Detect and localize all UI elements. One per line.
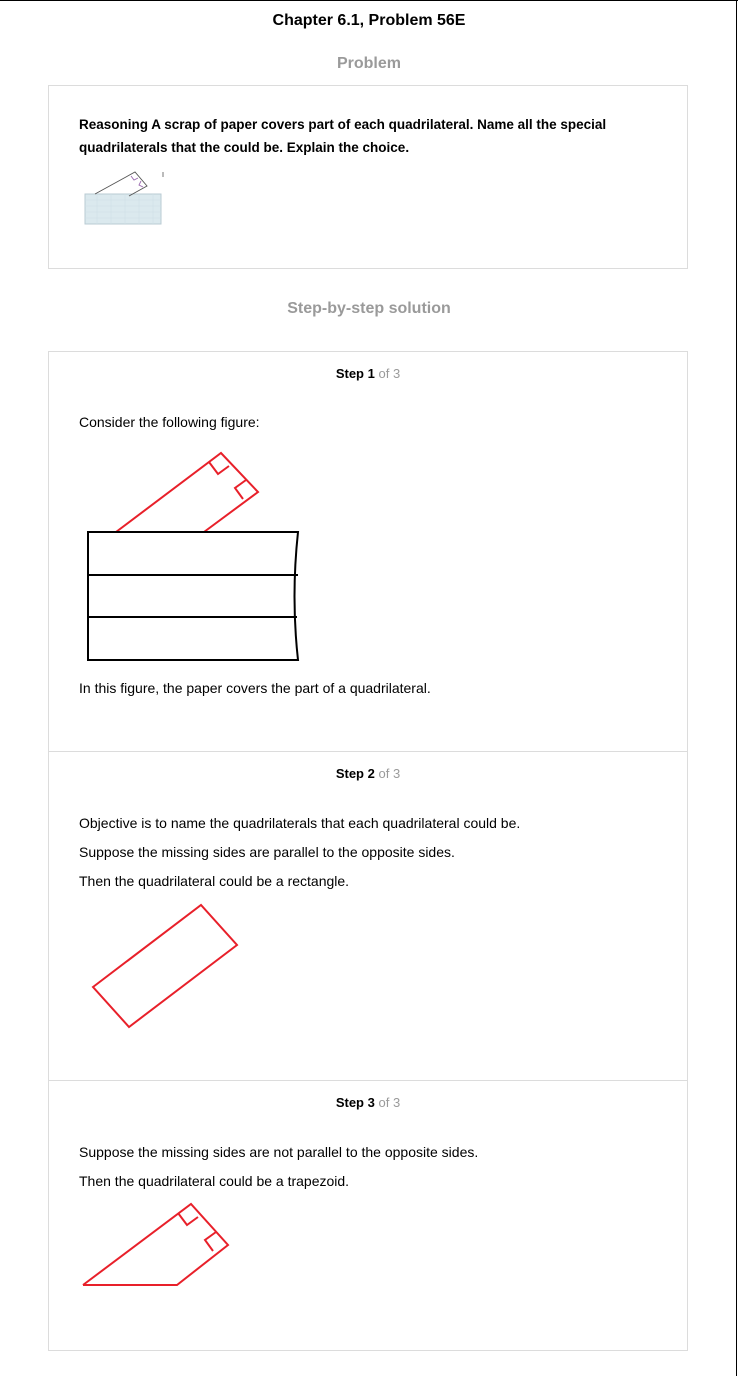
problem-figure-thumbnail (84, 171, 164, 225)
trapezoid-figure (82, 1202, 230, 1286)
step-header: Step 2 of 3 (49, 766, 687, 781)
problem-statement: Reasoning A scrap of paper covers part o… (79, 117, 607, 155)
solution-section-title: Step-by-step solution (287, 300, 451, 317)
step-paragraph: Then the quadrilateral could be a trapez… (79, 1173, 350, 1189)
step-of-total: of 3 (378, 766, 401, 781)
step-1: Step 1 of 3 Consider the following figur… (49, 352, 687, 751)
step-number: 3 (367, 1095, 375, 1110)
step-paragraph: Consider the following figure: (79, 414, 260, 430)
step-paragraph: Then the quadrilateral could be a rectan… (79, 873, 350, 889)
step-label: Step (335, 1095, 364, 1110)
step-label: Step (335, 766, 364, 781)
step-paragraph: Objective is to name the quadrilaterals … (79, 815, 521, 831)
step-of-total: of 3 (378, 366, 401, 381)
frame-right-border (736, 0, 737, 1376)
step-paragraph: In this figure, the paper covers the par… (79, 680, 431, 696)
step-3: Step 3 of 3 Suppose the missing sides ar… (49, 1080, 687, 1351)
step-header: Step 1 of 3 (49, 366, 687, 381)
solution-card: Step 1 of 3 Consider the following figur… (48, 351, 688, 1351)
step-of-total: of 3 (378, 1095, 401, 1110)
step-2: Step 2 of 3 Objective is to name the qua… (49, 751, 687, 1081)
step-number: 2 (367, 766, 375, 781)
step-number: 1 (367, 366, 375, 381)
step-paragraph: Suppose the missing sides are not parall… (79, 1144, 479, 1160)
step-label: Step (335, 366, 364, 381)
step-paragraph: Suppose the missing sides are parallel t… (79, 844, 455, 860)
step-header: Step 3 of 3 (49, 1095, 687, 1110)
covered-quadrilateral-figure (87, 451, 300, 661)
rectangle-figure (91, 903, 239, 1029)
page-title: Chapter 6.1, Problem 56E (272, 12, 466, 29)
frame-top-border (0, 0, 738, 1)
problem-section-title: Problem (336, 55, 401, 72)
problem-card: Reasoning A scrap of paper covers part o… (48, 85, 688, 269)
